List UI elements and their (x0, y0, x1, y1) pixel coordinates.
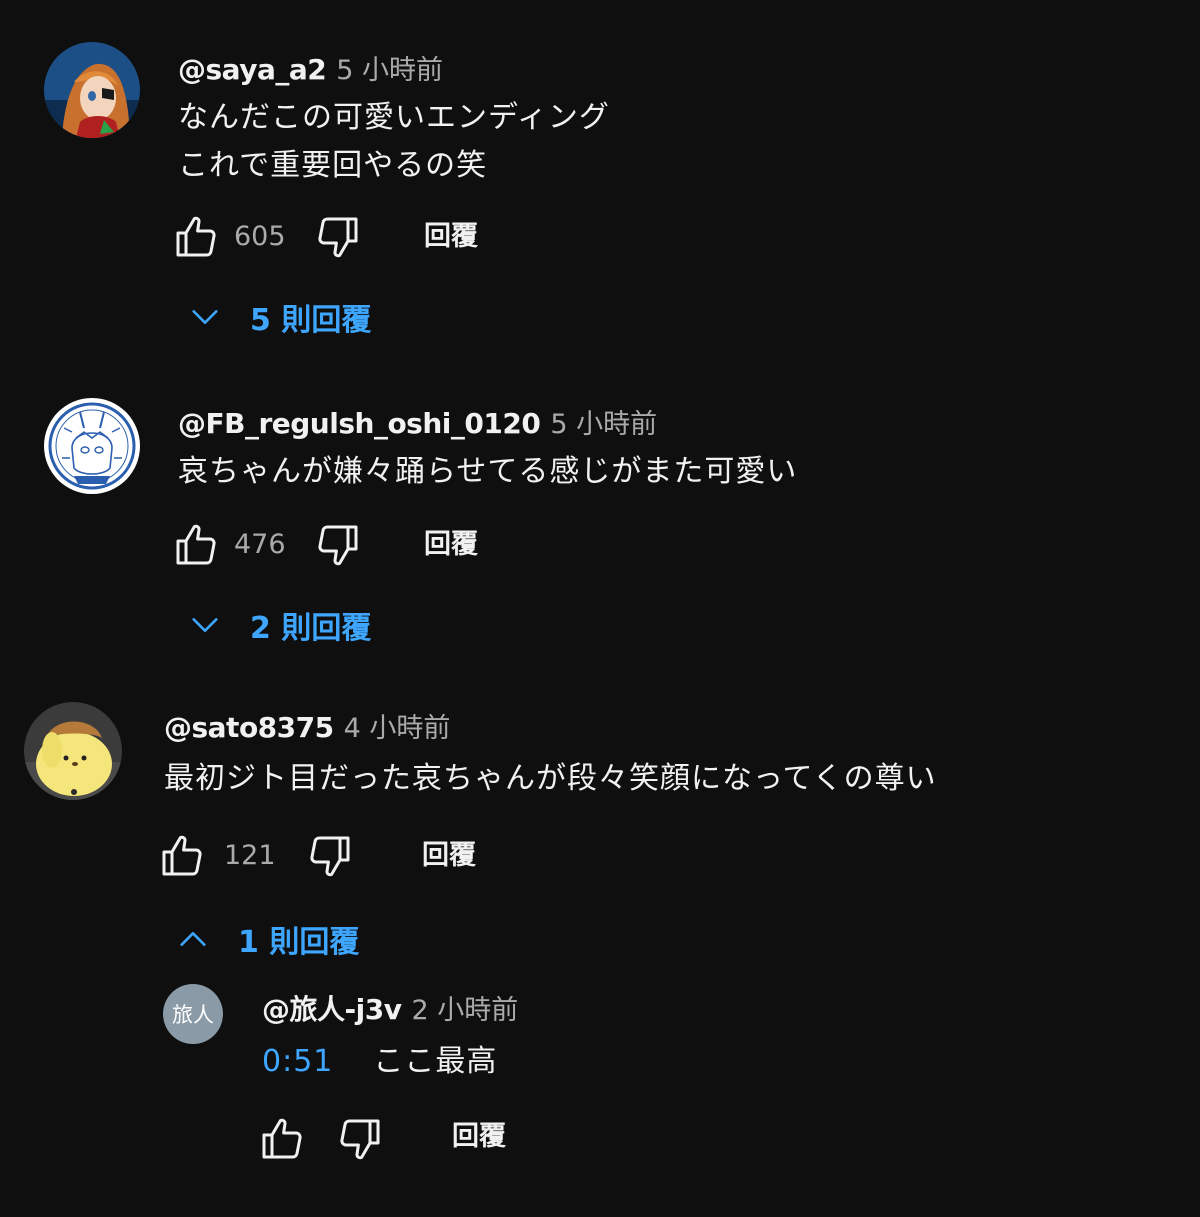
avatar[interactable] (24, 702, 122, 800)
replies-count-label: 2 則回覆 (250, 611, 372, 646)
like-count: 605 (234, 221, 286, 252)
hide-replies-button[interactable]: 1 則回覆 (176, 915, 359, 963)
comment-author[interactable]: @旅人-j3v 2 小時前 (262, 988, 518, 1028)
comment-timestamp[interactable]: 5 小時前 (550, 409, 657, 440)
avatar-initials: 旅人 (172, 1003, 214, 1027)
like-icon[interactable] (158, 832, 206, 880)
chevron-down-icon (192, 618, 218, 632)
chevron-up-icon (180, 932, 206, 946)
comment-text: 哀ちゃんが嫌々踊らせてる感じがまた可愛い (178, 448, 797, 496)
comment-text: 最初ジト目だった哀ちゃんが段々笑顔になってくの尊い (164, 755, 937, 803)
dislike-icon[interactable] (336, 1115, 384, 1163)
comment-author[interactable]: @saya_a2 5 小時前 (178, 48, 443, 87)
replies-count-label: 5 則回覆 (250, 303, 372, 338)
comment-line: ここ最高 (373, 1044, 498, 1079)
comment-author[interactable]: @FB_regulsh_oshi_0120 5 小時前 (178, 402, 657, 441)
video-timestamp-link[interactable]: 0:51 (262, 1044, 333, 1079)
view-replies-button[interactable]: 5 則回覆 (188, 293, 371, 341)
chevron-down-icon (192, 310, 218, 324)
author-handle[interactable]: @sato8375 (164, 711, 334, 744)
reply-button[interactable]: 回覆 (422, 832, 476, 880)
like-icon[interactable] (258, 1115, 306, 1163)
like-icon[interactable] (172, 521, 220, 569)
like-icon[interactable] (172, 213, 220, 261)
comment-line: これで重要回やるの笑 (178, 148, 488, 183)
comment-text: 0:51 ここ最高 (262, 1038, 497, 1086)
avatar[interactable]: 旅人 (163, 984, 223, 1044)
like-count: 121 (224, 840, 276, 871)
reply-button[interactable]: 回覆 (424, 213, 478, 261)
author-handle[interactable]: @saya_a2 (178, 53, 327, 86)
comment-line: 哀ちゃんが嫌々踊らせてる感じがまた可愛い (178, 454, 798, 489)
comment-line: 最初ジト目だった哀ちゃんが段々笑顔になってくの尊い (164, 761, 937, 796)
reply-button[interactable]: 回覆 (452, 1113, 506, 1161)
view-replies-button[interactable]: 2 則回覆 (188, 601, 371, 649)
reply-button[interactable]: 回覆 (424, 521, 478, 569)
comment-line: なんだこの可愛いエンディング (178, 100, 610, 135)
comment-timestamp[interactable]: 5 小時前 (336, 55, 443, 86)
author-handle[interactable]: @FB_regulsh_oshi_0120 (178, 407, 541, 440)
avatar-image (44, 42, 140, 138)
dislike-icon[interactable] (306, 832, 354, 880)
comment-timestamp[interactable]: 2 小時前 (411, 995, 518, 1026)
author-handle[interactable]: @旅人-j3v (262, 993, 402, 1026)
comment-timestamp[interactable]: 4 小時前 (344, 713, 451, 744)
like-count: 476 (234, 529, 286, 560)
comment-text: なんだこの可愛いエンディング これで重要回やるの笑 (178, 94, 610, 190)
avatar-image (44, 398, 140, 494)
dislike-icon[interactable] (314, 213, 362, 261)
avatar[interactable] (44, 42, 140, 138)
comment-author[interactable]: @sato8375 4 小時前 (164, 706, 450, 745)
dislike-icon[interactable] (314, 521, 362, 569)
replies-count-label: 1 則回覆 (238, 925, 360, 960)
avatar[interactable] (44, 398, 140, 494)
avatar-image (24, 702, 122, 800)
